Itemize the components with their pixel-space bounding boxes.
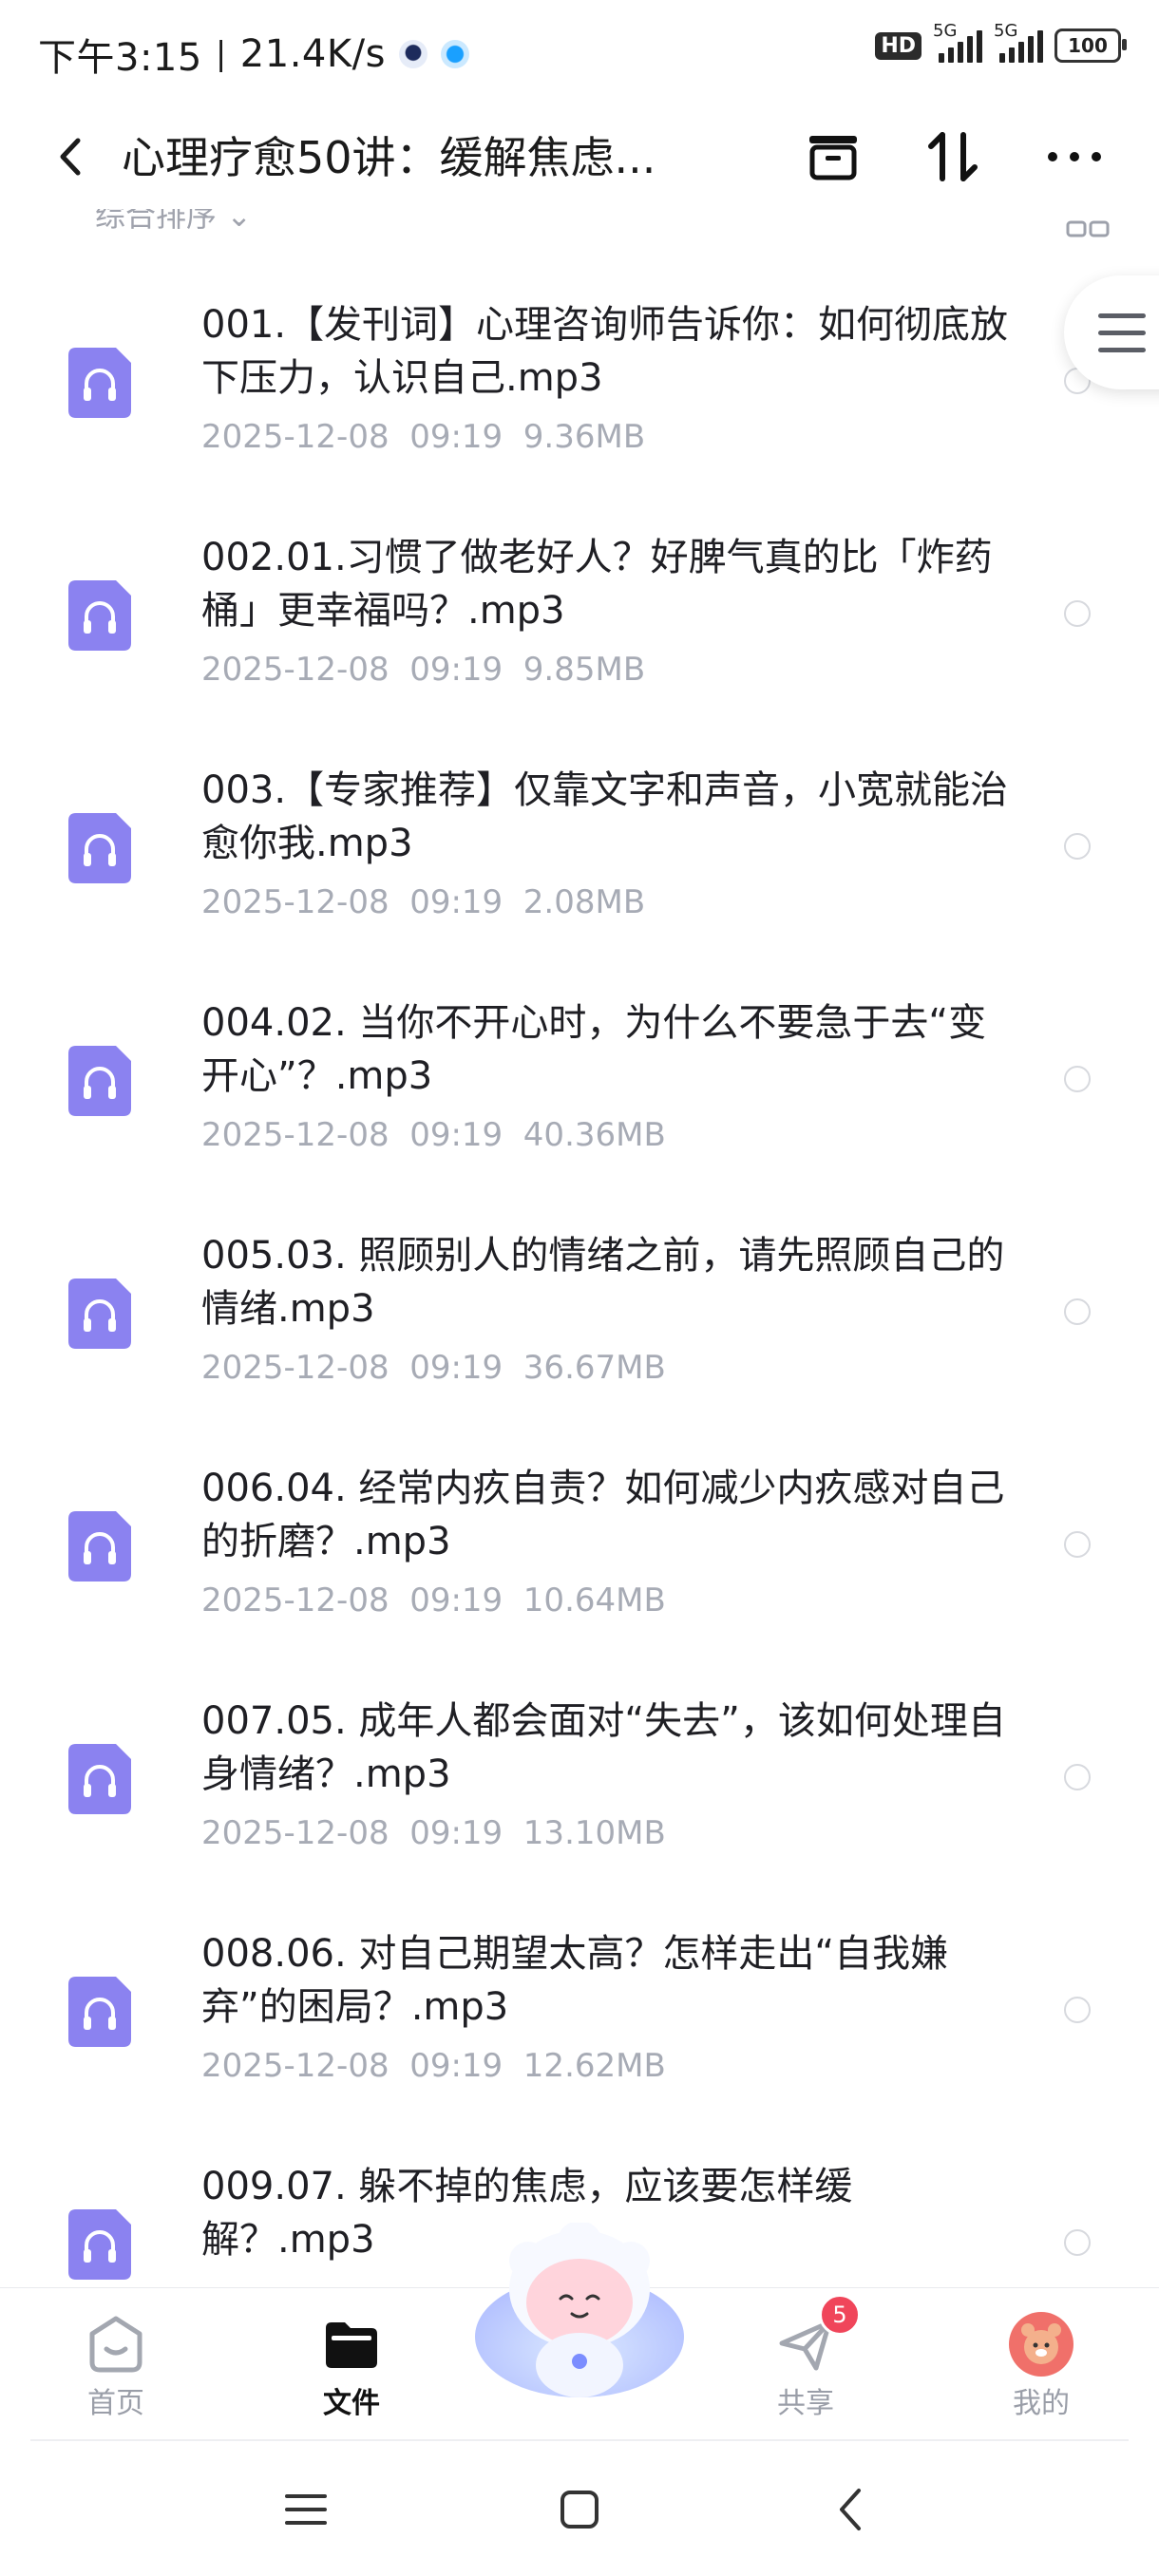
select-checkbox[interactable] (1064, 1066, 1091, 1092)
audio-file-icon (68, 1744, 131, 1814)
audio-file-icon (68, 2209, 131, 2280)
tab-files-label: 文件 (323, 2387, 380, 2420)
chevron-left-icon (60, 138, 81, 176)
file-list: 001.【发刊词】心理咨询师告诉你：如何彻底放下压力，认识自己.mp3 2025… (0, 243, 1159, 2285)
sort-dropdown[interactable]: 综合排序 ⌄ (95, 209, 252, 236)
notification-app-icon (398, 40, 428, 68)
tab-home-label: 首页 (87, 2387, 144, 2420)
back-button[interactable] (46, 127, 95, 186)
net-type-label: 5G (994, 21, 1018, 41)
select-checkbox[interactable] (1064, 1298, 1091, 1325)
system-nav-bar (0, 2441, 1159, 2576)
file-name: 008.06. 对自己期望太高？怎样走出“自我嫌弃”的困局？.mp3 (201, 1932, 949, 2029)
menu-icon[interactable] (277, 2481, 334, 2538)
audio-file-icon (68, 348, 131, 418)
tab-mine[interactable]: 我的 (965, 2288, 1117, 2440)
file-meta: 2025-12-08 09:19 10.64MB (201, 1582, 666, 1619)
net-type-label: 5G (933, 21, 958, 41)
more-dots-icon (1048, 152, 1101, 161)
audio-file-icon (68, 1279, 131, 1349)
file-name: 006.04. 经常内疚自责？如何减少内疚感对自己的折磨？.mp3 (201, 1467, 1005, 1563)
file-name: 002.01.习惯了做老好人？好脾气真的比「炸药桶」更幸福吗？.mp3 (201, 536, 993, 633)
more-button[interactable] (1041, 123, 1108, 190)
audio-file-icon (68, 1046, 131, 1116)
file-row[interactable]: 001.【发刊词】心理咨询师告诉你：如何彻底放下压力，认识自己.mp3 2025… (0, 243, 1159, 476)
folder-icon (326, 2322, 377, 2368)
file-row[interactable]: 003.【专家推荐】仅靠文字和声音，小宽就能治愈你我.mp3 2025-12-0… (0, 709, 1159, 941)
sort-bar: 综合排序 ⌄ (0, 209, 1159, 243)
select-checkbox[interactable] (1064, 2229, 1091, 2256)
signal-icon: 5G (994, 21, 1043, 63)
select-checkbox[interactable] (1064, 1997, 1091, 2023)
status-bar: 下午3:15 | 21.4K/s HD 5G 5G 100 (0, 0, 1159, 104)
archive-icon (809, 136, 857, 180)
file-name: 005.03. 照顾别人的情绪之前，请先照顾自己的情绪.mp3 (201, 1234, 1005, 1331)
archive-button[interactable] (800, 123, 866, 190)
file-row[interactable]: 008.06. 对自己期望太高？怎样走出“自我嫌弃”的困局？.mp3 2025-… (0, 1872, 1159, 2105)
file-meta: 2025-12-08 09:19 2.08MB (201, 883, 646, 921)
tab-home[interactable]: 首页 (40, 2288, 192, 2440)
sort-button[interactable] (920, 123, 986, 190)
select-checkbox[interactable] (1064, 1531, 1091, 1558)
file-row[interactable]: 007.05. 成年人都会面对“失去”，该如何处理自身情绪？.mp3 2025-… (0, 1639, 1159, 1872)
back-icon[interactable] (823, 2481, 880, 2538)
page-title: 心理疗愈50讲：缓解焦虑... (122, 132, 656, 183)
file-meta: 2025-12-08 09:19 12.62MB (201, 2047, 666, 2085)
select-checkbox[interactable] (1064, 833, 1091, 860)
file-name: 004.02. 当你不开心时，为什么不要急于去“变开心”？.mp3 (201, 1001, 987, 1098)
sort-arrows-icon (928, 132, 978, 181)
file-row[interactable]: 005.03. 照顾别人的情绪之前，请先照顾自己的情绪.mp3 2025-12-… (0, 1174, 1159, 1407)
file-meta: 2025-12-08 09:19 9.85MB (201, 651, 646, 689)
status-left: 下午3:15 | 21.4K/s (38, 27, 469, 82)
grid-view-icon[interactable] (1066, 215, 1110, 237)
status-time: 下午3:15 (38, 36, 202, 80)
tab-share-label: 共享 (777, 2387, 834, 2420)
hd-icon: HD (875, 31, 922, 60)
sort-label: 综合排序 (95, 209, 218, 234)
home-square-icon[interactable] (551, 2481, 608, 2538)
tab-share[interactable]: 5 共享 (730, 2288, 882, 2440)
select-checkbox[interactable] (1064, 1764, 1091, 1790)
file-name: 003.【专家推荐】仅靠文字和声音，小宽就能治愈你我.mp3 (201, 768, 1009, 865)
chevron-down-icon: ⌄ (226, 209, 252, 234)
audio-file-icon (68, 1511, 131, 1582)
audio-file-icon (68, 580, 131, 651)
file-meta: 2025-12-08 09:19 40.36MB (201, 1116, 666, 1154)
file-meta: 2025-12-08 09:19 36.67MB (201, 1349, 666, 1387)
status-right: HD 5G 5G 100 (875, 21, 1127, 63)
signal-icon: 5G (933, 21, 982, 63)
net-speed: 21.4K/s (239, 32, 386, 76)
audio-file-icon (68, 813, 131, 883)
file-row[interactable]: 006.04. 经常内疚自责？如何减少内疚感对自己的折磨？.mp3 2025-1… (0, 1407, 1159, 1639)
tab-mine-label: 我的 (1013, 2387, 1070, 2420)
tab-files[interactable]: 文件 (276, 2288, 428, 2440)
file-row[interactable]: 004.02. 当你不开心时，为什么不要急于去“变开心”？.mp3 2025-1… (0, 941, 1159, 1174)
file-meta: 2025-12-08 09:19 9.36MB (201, 418, 646, 456)
avatar (1009, 2312, 1074, 2377)
share-badge: 5 (819, 2294, 861, 2336)
file-meta: 2025-12-08 09:19 13.10MB (201, 1814, 666, 1852)
status-divider: | (215, 35, 227, 73)
app-header: 心理疗愈50讲：缓解焦虑... (0, 104, 1159, 209)
battery-icon: 100 (1054, 28, 1127, 63)
assistant-mascot-button[interactable] (466, 2223, 694, 2413)
file-name: 007.05. 成年人都会面对“失去”，该如何处理自身情绪？.mp3 (201, 1699, 1006, 1796)
home-icon (89, 2316, 142, 2373)
file-name: 001.【发刊词】心理咨询师告诉你：如何彻底放下压力，认识自己.mp3 (201, 303, 1009, 400)
file-row[interactable]: 002.01.习惯了做老好人？好脾气真的比「炸药桶」更幸福吗？.mp3 2025… (0, 476, 1159, 709)
audio-file-icon (68, 1977, 131, 2047)
notification-app-icon (440, 40, 469, 68)
select-checkbox[interactable] (1064, 600, 1091, 627)
